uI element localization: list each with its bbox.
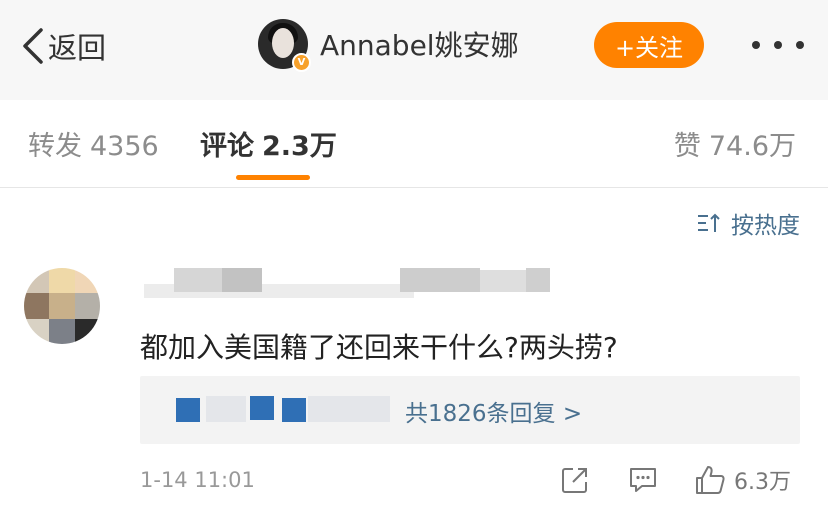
post-tabs: 转发 4356 评论 2.3万 赞 74.6万 bbox=[0, 100, 828, 188]
tab-label: 转发 bbox=[28, 131, 82, 162]
post-author[interactable]: V Annabel姚安娜 bbox=[258, 18, 519, 72]
reply-avatar bbox=[282, 398, 306, 422]
top-nav-bar: 返回 V Annabel姚安娜 +关注 bbox=[0, 0, 828, 100]
reply-avatar bbox=[176, 398, 200, 422]
verified-badge-icon: V bbox=[292, 53, 311, 72]
comment-icon bbox=[630, 468, 656, 492]
tab-count: 2.3万 bbox=[262, 131, 337, 162]
tab-reposts[interactable]: 转发 4356 bbox=[28, 124, 159, 163]
reply-preview-redacted bbox=[206, 396, 246, 422]
comment-text: 都加入美国籍了还回来干什么?两头捞? bbox=[140, 331, 618, 364]
share-button[interactable] bbox=[560, 462, 590, 498]
follow-button[interactable]: +关注 bbox=[594, 22, 704, 68]
tab-label: 赞 bbox=[673, 131, 701, 162]
commenter-avatar[interactable] bbox=[24, 268, 100, 344]
chevron-left-icon bbox=[23, 28, 43, 64]
like-count: 6.3万 bbox=[734, 470, 791, 495]
share-icon bbox=[562, 468, 587, 493]
reply-button[interactable] bbox=[628, 462, 658, 498]
active-tab-indicator bbox=[236, 175, 310, 180]
thumbs-up-icon bbox=[696, 466, 725, 494]
author-name[interactable]: Annabel姚安娜 bbox=[320, 24, 519, 64]
view-replies-link[interactable]: 共1826条回复 > bbox=[405, 394, 582, 428]
reply-preview-redacted bbox=[308, 396, 390, 422]
like-button[interactable]: 6.3万 bbox=[694, 462, 791, 498]
tab-count: 74.6万 bbox=[708, 131, 796, 162]
sort-toggle[interactable]: 按热度 bbox=[697, 206, 800, 240]
tab-label: 评论 bbox=[200, 131, 254, 162]
reply-avatar bbox=[250, 396, 274, 420]
sort-label: 按热度 bbox=[731, 213, 800, 239]
back-button[interactable]: 返回 bbox=[22, 24, 106, 68]
tab-likes[interactable]: 赞 74.6万 bbox=[674, 124, 796, 163]
tab-comments[interactable]: 评论 2.3万 bbox=[200, 124, 337, 163]
author-avatar[interactable]: V bbox=[258, 19, 311, 72]
back-label: 返回 bbox=[48, 31, 107, 65]
more-icon[interactable] bbox=[752, 30, 804, 60]
tab-count: 4356 bbox=[90, 131, 159, 162]
comment-timestamp: 1-14 11:01 bbox=[140, 468, 255, 492]
commenter-name-redacted[interactable] bbox=[140, 266, 560, 306]
replies-preview[interactable]: 共1826条回复 > bbox=[140, 376, 800, 444]
sort-icon bbox=[698, 213, 720, 232]
